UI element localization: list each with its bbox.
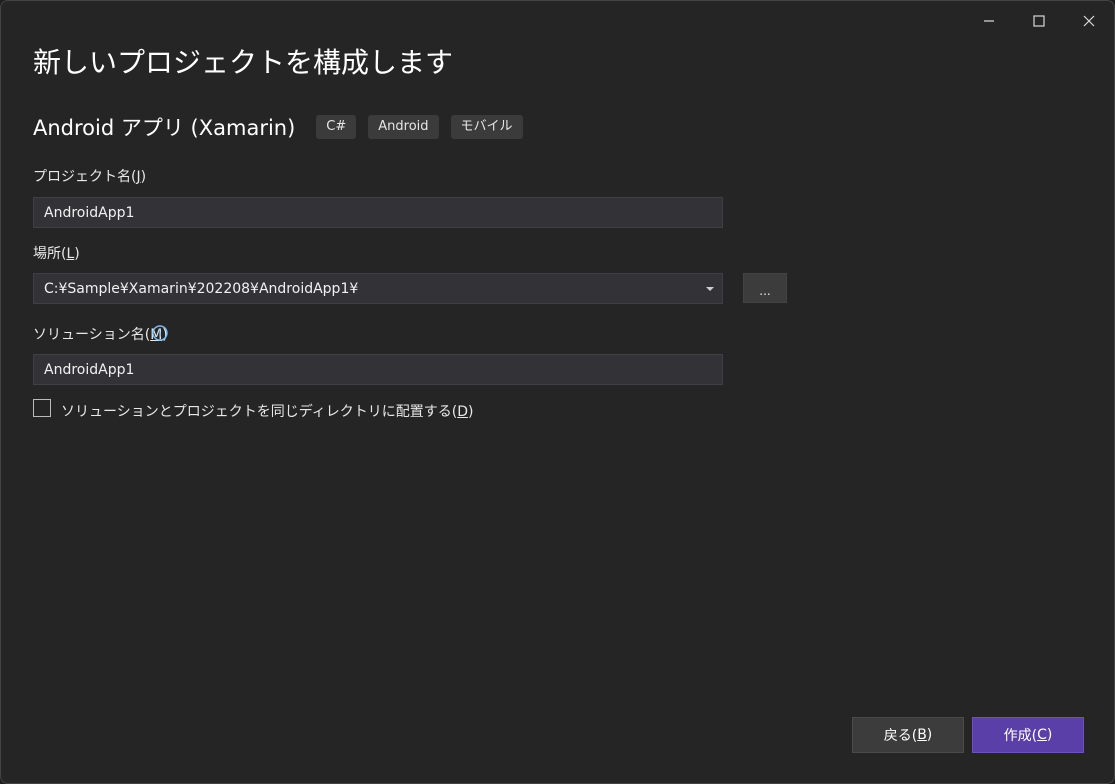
create-button[interactable]: 作成(C)	[972, 717, 1084, 753]
tag-language: C#	[316, 115, 357, 139]
project-name-value: AndroidApp1	[44, 204, 135, 221]
template-header: Android アプリ (Xamarin) C# Android モバイル	[33, 112, 535, 142]
project-name-label-text: プロジェクト名(	[33, 169, 137, 185]
close-icon	[1083, 15, 1095, 27]
info-icon[interactable]	[152, 325, 168, 341]
project-name-input[interactable]: AndroidApp1	[33, 197, 723, 228]
new-project-dialog: 新しいプロジェクトを構成します Android アプリ (Xamarin) C#…	[0, 0, 1115, 784]
project-name-label-end: )	[140, 169, 147, 185]
same-directory-checkbox[interactable]	[33, 399, 51, 417]
browse-button[interactable]: ...	[743, 273, 787, 303]
create-label-text: 作成(	[1003, 728, 1038, 744]
location-combobox[interactable]: C:¥Sample¥Xamarin¥202208¥AndroidApp1¥	[33, 273, 723, 304]
tag-project-type: モバイル	[450, 115, 523, 139]
location-label-end: )	[74, 246, 80, 262]
close-button[interactable]	[1064, 1, 1114, 41]
same-directory-mnemonic: D	[457, 404, 468, 420]
template-name: Android アプリ (Xamarin)	[33, 116, 296, 140]
tag-platform: Android	[368, 115, 439, 139]
chevron-down-icon[interactable]	[706, 287, 714, 291]
same-directory-label-end: )	[467, 404, 474, 420]
back-button[interactable]: 戻る(B)	[852, 717, 964, 753]
window-controls	[964, 1, 1114, 41]
location-label: 場所(L)	[33, 243, 80, 263]
create-mnemonic: C	[1037, 727, 1047, 743]
solution-name-input[interactable]: AndroidApp1	[33, 354, 723, 385]
back-label-end: )	[926, 727, 933, 743]
back-label-text: 戻る(	[883, 728, 918, 744]
solution-name-label: ソリューション名(M)	[33, 324, 168, 344]
maximize-button[interactable]	[1014, 1, 1064, 41]
minimize-icon	[984, 20, 994, 22]
back-mnemonic: B	[917, 727, 927, 743]
location-value: C:¥Sample¥Xamarin¥202208¥AndroidApp1¥	[44, 280, 359, 297]
project-name-label: プロジェクト名(J)	[33, 166, 146, 186]
create-label-end: )	[1046, 727, 1053, 743]
minimize-button[interactable]	[964, 1, 1014, 41]
solution-name-value: AndroidApp1	[44, 361, 135, 378]
solution-name-label-text: ソリューション名(	[33, 327, 151, 343]
page-title: 新しいプロジェクトを構成します	[33, 46, 454, 79]
same-directory-label-text: ソリューションとプロジェクトを同じディレクトリに配置する(	[61, 404, 458, 420]
maximize-icon	[1033, 15, 1045, 27]
same-directory-label[interactable]: ソリューションとプロジェクトを同じディレクトリに配置する(D)	[61, 401, 473, 421]
location-label-text: 場所(	[33, 246, 67, 262]
